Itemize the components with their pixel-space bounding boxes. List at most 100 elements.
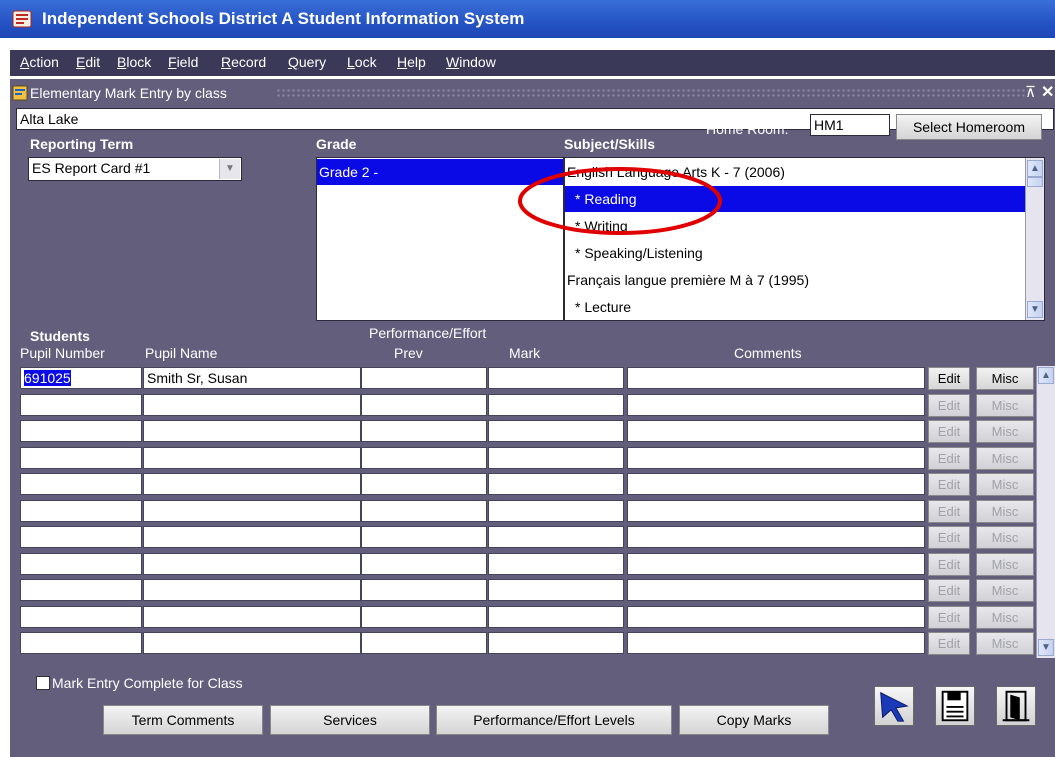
pupil-number-cell[interactable]: [20, 605, 142, 628]
exit-button[interactable]: [996, 686, 1036, 726]
edit-button[interactable]: Edit: [928, 499, 970, 523]
pupil-number-cell[interactable]: [20, 526, 142, 548]
homeroom-field[interactable]: HM1: [810, 114, 890, 136]
comments-cell[interactable]: [627, 420, 925, 442]
mark-cell[interactable]: [488, 473, 624, 495]
edit-button[interactable]: Edit: [928, 552, 970, 576]
pupil-name-cell[interactable]: [143, 526, 361, 548]
menu-query[interactable]: Query: [288, 54, 326, 70]
comments-cell[interactable]: [627, 446, 925, 469]
term-comments-button[interactable]: Term Comments: [103, 705, 263, 735]
pupil-name-cell[interactable]: [143, 632, 361, 654]
misc-button[interactable]: Misc: [976, 605, 1034, 629]
window-close-button[interactable]: ✕: [1041, 82, 1054, 102]
pupil-name-cell[interactable]: [143, 552, 361, 575]
misc-button[interactable]: Misc: [976, 579, 1034, 602]
pupil-name-cell[interactable]: [143, 579, 361, 601]
comments-cell[interactable]: [627, 367, 925, 389]
pupil-number-cell[interactable]: [20, 393, 142, 416]
menu-action[interactable]: Action: [20, 54, 59, 70]
misc-button[interactable]: Misc: [976, 420, 1034, 443]
mark-cell[interactable]: [488, 605, 624, 628]
menu-lock[interactable]: Lock: [347, 54, 377, 70]
chevron-down-icon[interactable]: ▼: [219, 159, 240, 179]
pupil-number-cell[interactable]: [20, 420, 142, 442]
prev-mark-cell[interactable]: [361, 420, 487, 442]
mark-cell[interactable]: [488, 579, 624, 601]
pupil-name-cell[interactable]: Smith Sr, Susan: [143, 367, 361, 389]
pupil-name-cell[interactable]: [143, 446, 361, 469]
comments-cell[interactable]: [627, 552, 925, 575]
edit-button[interactable]: Edit: [928, 632, 970, 655]
pupil-name-cell[interactable]: [143, 420, 361, 442]
misc-button[interactable]: Misc: [976, 446, 1034, 470]
misc-button[interactable]: Misc: [976, 473, 1034, 496]
subjects-scrollbar[interactable]: ▲ ▼: [1025, 158, 1044, 320]
mark-cell[interactable]: [488, 420, 624, 442]
misc-button[interactable]: Misc: [976, 552, 1034, 576]
edit-button[interactable]: Edit: [928, 446, 970, 470]
comments-cell[interactable]: [627, 579, 925, 601]
reporting-term-select[interactable]: ES Report Card #1 ▼: [28, 157, 242, 181]
misc-button[interactable]: Misc: [976, 367, 1034, 390]
prev-mark-cell[interactable]: [361, 579, 487, 601]
students-scrollbar[interactable]: ▲ ▼: [1036, 366, 1055, 658]
misc-button[interactable]: Misc: [976, 393, 1034, 417]
pupil-name-cell[interactable]: [143, 393, 361, 416]
comments-cell[interactable]: [627, 499, 925, 522]
prev-mark-cell[interactable]: [361, 526, 487, 548]
edit-button[interactable]: Edit: [928, 526, 970, 549]
comments-cell[interactable]: [627, 473, 925, 495]
mark-cell[interactable]: [488, 499, 624, 522]
edit-button[interactable]: Edit: [928, 579, 970, 602]
mark-entry-complete-checkbox[interactable]: [36, 676, 50, 690]
mark-cell[interactable]: [488, 446, 624, 469]
comments-cell[interactable]: [627, 526, 925, 548]
save-button[interactable]: [935, 686, 975, 726]
comments-cell[interactable]: [627, 632, 925, 654]
pupil-number-cell[interactable]: 691025: [20, 367, 142, 389]
subject-item[interactable]: * Speaking/Listening: [565, 240, 1034, 266]
edit-button[interactable]: Edit: [928, 420, 970, 443]
subject-item[interactable]: Français langue première M à 7 (1995): [565, 267, 1026, 293]
pupil-number-cell[interactable]: [20, 632, 142, 654]
comments-cell[interactable]: [627, 605, 925, 628]
mark-cell[interactable]: [488, 632, 624, 654]
scroll-up-icon[interactable]: ▲: [1027, 160, 1043, 177]
navigate-button[interactable]: [874, 686, 914, 726]
comments-cell[interactable]: [627, 393, 925, 416]
prev-mark-cell[interactable]: [361, 632, 487, 654]
scroll-down-icon[interactable]: ▼: [1038, 639, 1054, 656]
prev-mark-cell[interactable]: [361, 605, 487, 628]
menu-edit[interactable]: Edit: [76, 54, 100, 70]
pupil-name-cell[interactable]: [143, 499, 361, 522]
pupil-number-cell[interactable]: [20, 499, 142, 522]
menu-field[interactable]: Field: [168, 54, 198, 70]
misc-button[interactable]: Misc: [976, 499, 1034, 523]
mark-cell[interactable]: [488, 526, 624, 548]
edit-button[interactable]: Edit: [928, 393, 970, 417]
select-homeroom-button[interactable]: Select Homeroom: [896, 114, 1042, 140]
mark-cell[interactable]: [488, 552, 624, 575]
services-button[interactable]: Services: [270, 705, 430, 735]
pupil-number-cell[interactable]: [20, 446, 142, 469]
scroll-thumb[interactable]: [1027, 177, 1043, 187]
misc-button[interactable]: Misc: [976, 526, 1034, 549]
prev-mark-cell[interactable]: [361, 393, 487, 416]
scroll-down-icon[interactable]: ▼: [1027, 301, 1043, 318]
scroll-up-icon[interactable]: ▲: [1038, 367, 1054, 384]
prev-mark-cell[interactable]: [361, 499, 487, 522]
pupil-number-cell[interactable]: [20, 473, 142, 495]
pupil-name-cell[interactable]: [143, 605, 361, 628]
pupil-number-cell[interactable]: [20, 579, 142, 601]
prev-mark-cell[interactable]: [361, 473, 487, 495]
menu-record[interactable]: Record: [221, 54, 266, 70]
pupil-name-cell[interactable]: [143, 473, 361, 495]
subject-item[interactable]: * Lecture: [565, 294, 1034, 320]
edit-button[interactable]: Edit: [928, 367, 970, 390]
copy-marks-button[interactable]: Copy Marks: [679, 705, 829, 735]
edit-button[interactable]: Edit: [928, 605, 970, 629]
prev-mark-cell[interactable]: [361, 446, 487, 469]
menu-block[interactable]: Block: [117, 54, 151, 70]
mark-cell[interactable]: [488, 367, 624, 389]
